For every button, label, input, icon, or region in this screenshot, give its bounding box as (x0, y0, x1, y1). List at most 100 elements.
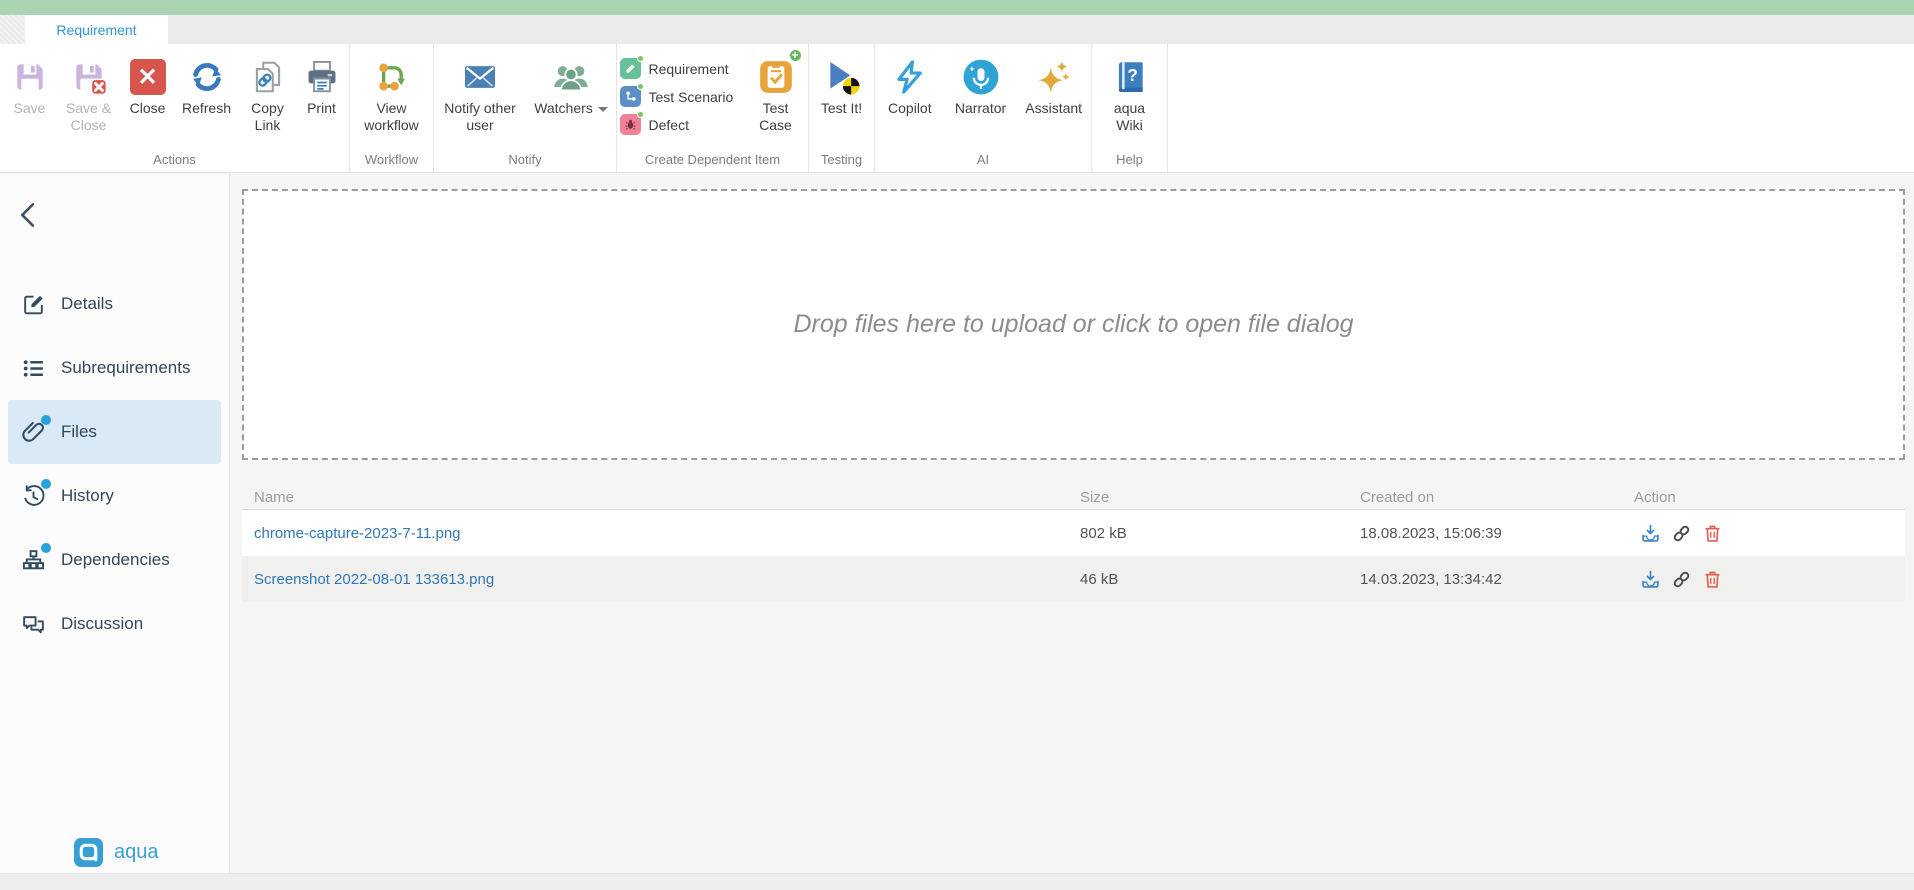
copilot-button[interactable]: Copilot (875, 54, 945, 117)
sidebar-item-dependencies[interactable]: Dependencies (0, 528, 229, 592)
print-button[interactable]: Print (297, 54, 347, 117)
bottom-strip (0, 873, 1914, 890)
copy-link-icon (249, 54, 287, 100)
link-icon[interactable] (1671, 523, 1692, 544)
view-workflow-label: View workflow (354, 100, 430, 133)
add-badge-icon: + (788, 48, 803, 63)
trash-icon[interactable] (1702, 523, 1723, 544)
discussion-bubbles-icon (20, 611, 46, 637)
column-header-action: Action (1634, 489, 1905, 506)
sidebar-item-discussion[interactable]: Discussion (0, 592, 229, 656)
create-test-case-button[interactable]: + Test Case (746, 54, 806, 133)
column-header-created: Created on (1360, 489, 1634, 506)
narrator-label: Narrator (955, 100, 1006, 117)
watchers-dropdown[interactable]: Watchers (526, 54, 616, 117)
sidebar-nav: Details Subrequirements Files (0, 272, 229, 656)
sidebar-item-files[interactable]: Files (8, 400, 221, 464)
refresh-button[interactable]: Refresh (175, 54, 239, 117)
aqua-logo-icon (74, 838, 103, 867)
table-row: chrome-capture-2023-7-11.png 802 kB 18.0… (242, 510, 1905, 556)
notification-dot (41, 479, 51, 489)
tab-label: Requirement (56, 22, 136, 38)
narrator-button[interactable]: Narrator (945, 54, 1017, 117)
create-test-scenario-label: Test Scenario (649, 89, 734, 105)
tab-bar: Requirement (0, 15, 1914, 44)
column-header-size: Size (1080, 489, 1360, 506)
assistant-button[interactable]: Assistant (1016, 54, 1091, 117)
dependency-tree-icon (20, 547, 46, 573)
notification-dot (41, 415, 51, 425)
copilot-label: Copilot (888, 100, 932, 117)
envelope-icon (460, 54, 500, 100)
file-link[interactable]: Screenshot 2022-08-01 133613.png (254, 571, 494, 588)
notify-other-user-button[interactable]: Notify other user (434, 54, 526, 133)
group-label-ai: AI (875, 150, 1091, 172)
table-row: Screenshot 2022-08-01 133613.png 46 kB 1… (242, 556, 1905, 602)
view-workflow-button[interactable]: View workflow (352, 54, 432, 133)
watchers-label: Watchers (534, 100, 608, 117)
close-button[interactable]: ✕ Close (121, 54, 175, 117)
file-dropzone[interactable]: Drop files here to upload or click to op… (242, 189, 1905, 460)
aqua-brand-name: aqua (114, 841, 159, 864)
group-label-create-dependent-item: Create Dependent Item (617, 150, 808, 172)
test-it-button[interactable]: Test It! (812, 54, 872, 117)
requirement-icon (620, 58, 641, 79)
file-link[interactable]: chrome-capture-2023-7-11.png (254, 525, 461, 542)
sidebar-item-history[interactable]: History (0, 464, 229, 528)
close-icon: ✕ (130, 54, 166, 100)
files-panel: Drop files here to upload or click to op… (230, 174, 1914, 873)
copilot-lightning-icon (891, 54, 929, 100)
print-icon (303, 54, 341, 100)
files-table-header: Name Size Created on Action (242, 486, 1905, 510)
group-label-help: Help (1092, 150, 1167, 172)
new-badge (637, 55, 644, 62)
test-it-label: Test It! (821, 100, 862, 117)
sidebar-item-label: History (61, 486, 114, 506)
notification-dot (41, 543, 51, 553)
window-accent-bar (0, 0, 1914, 15)
chevron-down-icon (598, 107, 608, 112)
window-corner-decoration (0, 15, 25, 44)
paperclip-icon (20, 419, 46, 445)
download-icon[interactable] (1640, 523, 1661, 544)
back-button[interactable] (16, 200, 46, 230)
copy-link-button[interactable]: Copy Link (239, 54, 297, 133)
create-test-scenario-button[interactable]: Test Scenario (620, 86, 738, 107)
trash-icon[interactable] (1702, 569, 1723, 590)
create-defect-button[interactable]: Defect (620, 114, 738, 135)
group-label-testing: Testing (809, 150, 874, 172)
tab-requirement[interactable]: Requirement (25, 15, 168, 44)
sidebar-item-label: Details (61, 294, 113, 314)
new-badge (637, 83, 644, 90)
test-case-icon: + (756, 54, 796, 100)
sidebar: Details Subrequirements Files (0, 174, 230, 873)
ribbon-group-actions: Save Save & Close ✕ Close Refresh (0, 44, 350, 172)
column-header-name: Name (254, 489, 1080, 506)
link-icon[interactable] (1671, 569, 1692, 590)
save-and-close-label: Save & Close (59, 100, 119, 133)
save-button[interactable]: Save (3, 54, 57, 117)
group-label-actions: Actions (0, 150, 349, 172)
ribbon-group-create-dependent-item: Requirement Test Scenario Defect (617, 44, 809, 172)
files-table: Name Size Created on Action chrome-captu… (242, 486, 1905, 602)
aqua-wiki-button[interactable]: ? aqua Wiki (1098, 54, 1162, 133)
ribbon-group-notify: Notify other user Watchers Notify (434, 44, 617, 172)
watchers-icon (550, 54, 592, 100)
save-and-close-button[interactable]: Save & Close (57, 54, 121, 133)
sidebar-item-subrequirements[interactable]: Subrequirements (0, 336, 229, 400)
ribbon-group-help: ? aqua Wiki Help (1092, 44, 1168, 172)
refresh-label: Refresh (182, 100, 231, 117)
aqua-brand[interactable]: aqua (74, 838, 159, 867)
defect-bug-icon (620, 114, 641, 135)
file-size: 46 kB (1080, 571, 1360, 588)
sidebar-item-details[interactable]: Details (0, 272, 229, 336)
sidebar-item-label: Discussion (61, 614, 143, 634)
ribbon-group-ai: Copilot Narrator Assistant AI (875, 44, 1092, 172)
sidebar-item-label: Files (61, 422, 97, 442)
aqua-wiki-label: aqua Wiki (1100, 100, 1160, 133)
download-icon[interactable] (1640, 569, 1661, 590)
refresh-icon (188, 54, 226, 100)
new-badge (637, 111, 644, 118)
create-requirement-button[interactable]: Requirement (620, 58, 738, 79)
dropzone-text: Drop files here to upload or click to op… (793, 310, 1353, 339)
